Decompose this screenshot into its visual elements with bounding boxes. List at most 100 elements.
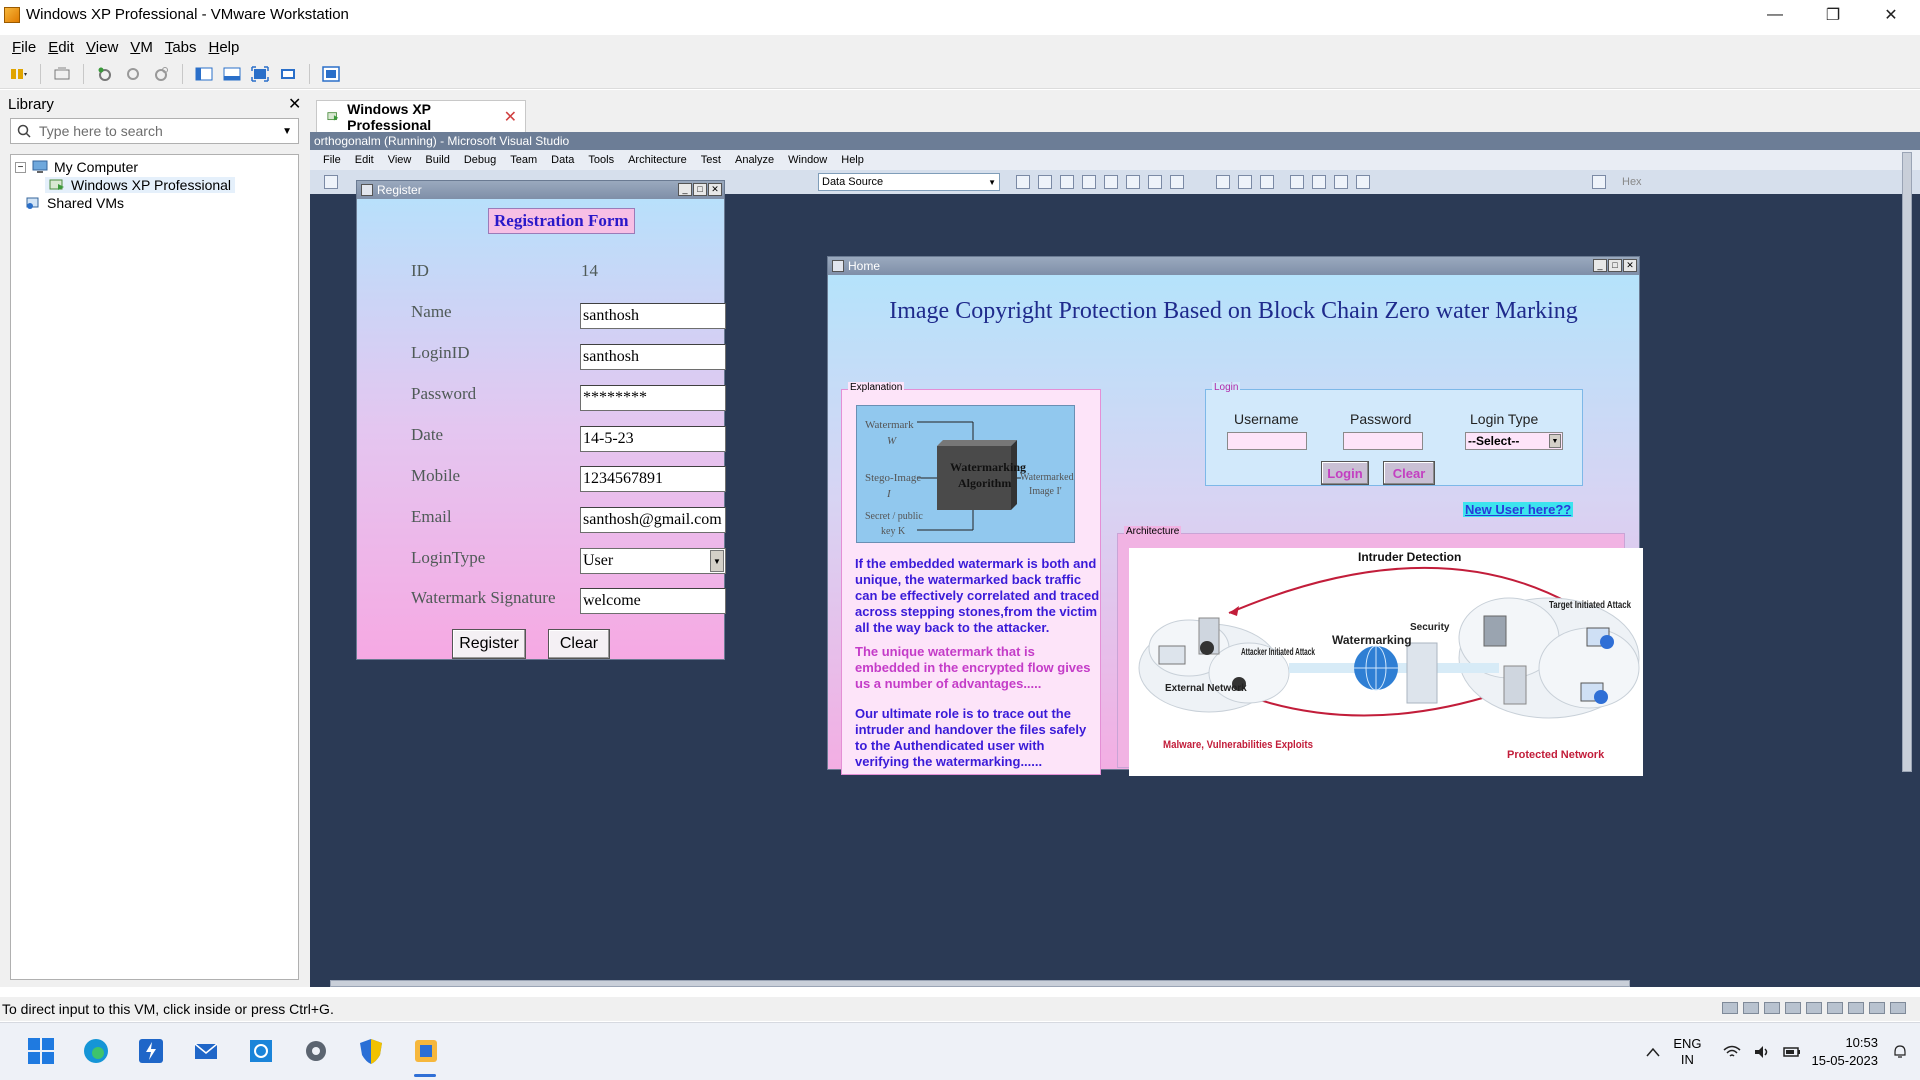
restore-button[interactable]: ❐ [1804,0,1862,29]
notifications-icon[interactable] [1890,1042,1910,1062]
collapse-icon[interactable]: − [15,161,26,173]
snapshot-icon[interactable] [94,64,116,84]
volume-icon[interactable] [1752,1042,1772,1062]
close-button[interactable]: ✕ [1862,0,1920,29]
tree-item-vm[interactable]: Windows XP Professional [45,177,236,193]
vm-screen[interactable]: orthogonalm (Running) - Microsoft Visual… [310,132,1920,987]
windows-start-icon[interactable] [25,1035,57,1067]
snapshot-manager-icon[interactable] [150,64,172,84]
vs-tool-icon[interactable] [1060,175,1074,189]
vs-menu-data[interactable]: Data [544,154,581,166]
console-view-icon[interactable] [320,64,342,84]
register-button[interactable]: Register [452,629,526,659]
vs-tool-icon[interactable] [1148,175,1162,189]
tree-item-shared-vms[interactable]: Shared VMs [25,195,124,211]
menu-vm[interactable]: VM [124,39,159,56]
vs-menu-architecture[interactable]: Architecture [621,154,694,166]
vs-tool-icon[interactable] [1038,175,1052,189]
name-field[interactable]: santhosh [580,303,726,329]
send-keys-icon[interactable] [51,64,73,84]
vs-tool-icon[interactable] [1592,175,1606,189]
printer-icon[interactable] [1848,1002,1864,1014]
usb-icon[interactable] [1806,1002,1822,1014]
store-icon[interactable] [245,1035,277,1067]
tree-item-my-computer[interactable]: − My Computer [15,159,138,175]
close-icon[interactable]: ✕ [1623,259,1637,272]
cd-drive-icon[interactable] [1743,1002,1759,1014]
menu-help[interactable]: Help [203,39,246,56]
edge-browser-icon[interactable] [80,1035,112,1067]
date-field[interactable]: 14-5-23 [580,426,726,452]
hex-toggle[interactable]: Hex [1622,176,1642,188]
vs-tool-icon[interactable] [1260,175,1274,189]
chevron-up-icon[interactable] [1643,1042,1663,1062]
vs-tool-icon[interactable] [1082,175,1096,189]
maximize-icon[interactable]: □ [693,183,707,196]
vs-tool-icon[interactable] [1016,175,1030,189]
chevron-down-icon[interactable]: ▼ [282,126,292,137]
fullscreen-icon[interactable] [249,64,271,84]
battery-icon[interactable] [1782,1042,1802,1062]
settings-gear-icon[interactable] [300,1035,332,1067]
tab-vm[interactable]: Windows XP Professional ✕ [316,100,526,133]
show-library-icon[interactable] [193,64,215,84]
vs-menu-view[interactable]: View [381,154,419,166]
maximize-icon[interactable]: □ [1608,259,1622,272]
data-source-dropdown[interactable]: Data Source ▼ [818,173,1000,191]
revert-snapshot-icon[interactable] [122,64,144,84]
vs-menu-debug[interactable]: Debug [457,154,503,166]
login-button[interactable]: Login [1321,461,1369,485]
login-type-select[interactable]: User ▼ [580,548,726,574]
vs-menu-team[interactable]: Team [503,154,544,166]
vs-tool-icon[interactable] [1216,175,1230,189]
minimize-button[interactable]: — [1746,0,1804,29]
message-log-icon[interactable] [1890,1002,1906,1014]
hard-disk-icon[interactable] [1722,1002,1738,1014]
password-input[interactable] [1343,432,1423,450]
wifi-icon[interactable] [1722,1042,1742,1062]
sound-icon[interactable] [1827,1002,1843,1014]
vs-menu-file[interactable]: File [316,154,348,166]
library-search-input[interactable]: Type here to search ▼ [10,118,299,144]
vs-menu-build[interactable]: Build [418,154,456,166]
vs-tool-icon[interactable] [1334,175,1348,189]
vs-tool-icon[interactable] [1104,175,1118,189]
mail-icon[interactable] [190,1035,222,1067]
signature-field[interactable]: welcome [580,588,726,614]
vs-menu-tools[interactable]: Tools [581,154,621,166]
vs-tool-icon[interactable] [324,175,338,189]
power-automate-icon[interactable] [135,1035,167,1067]
library-close-icon[interactable]: ✕ [288,94,301,114]
power-icon[interactable] [8,64,30,84]
vs-menu-edit[interactable]: Edit [348,154,381,166]
menu-file[interactable]: File [6,39,42,56]
unity-icon[interactable] [277,64,299,84]
security-shield-icon[interactable] [355,1035,387,1067]
menu-view[interactable]: View [80,39,124,56]
username-input[interactable] [1227,432,1307,450]
vs-tool-icon[interactable] [1170,175,1184,189]
network-adapter-icon[interactable] [1785,1002,1801,1014]
mobile-field[interactable]: 1234567891 [580,466,726,492]
vs-tool-icon[interactable] [1312,175,1326,189]
register-clear-button[interactable]: Clear [548,629,610,659]
vs-tool-icon[interactable] [1126,175,1140,189]
vs-menu-window[interactable]: Window [781,154,834,166]
thumbnail-bar-icon[interactable] [221,64,243,84]
vs-vertical-scrollbar[interactable] [1902,152,1912,772]
tab-close-icon[interactable]: ✕ [504,107,517,127]
close-icon[interactable]: ✕ [708,183,722,196]
login-clear-button[interactable]: Clear [1383,461,1435,485]
login-type-dropdown[interactable]: --Select-- ▼ [1465,432,1563,450]
minimize-icon[interactable]: _ [1593,259,1607,272]
email-field[interactable]: santhosh@gmail.com [580,507,726,533]
login-id-field[interactable]: santhosh [580,344,726,370]
language-indicator[interactable]: ENG IN [1673,1036,1701,1068]
display-icon[interactable] [1869,1002,1885,1014]
dropdown-arrow-icon[interactable]: ▼ [710,550,724,572]
password-field[interactable]: ******** [580,385,726,411]
floppy-icon[interactable] [1764,1002,1780,1014]
vs-menu-test[interactable]: Test [694,154,728,166]
menu-tabs[interactable]: Tabs [159,39,203,56]
clock[interactable]: 10:53 15-05-2023 [1812,1034,1879,1070]
